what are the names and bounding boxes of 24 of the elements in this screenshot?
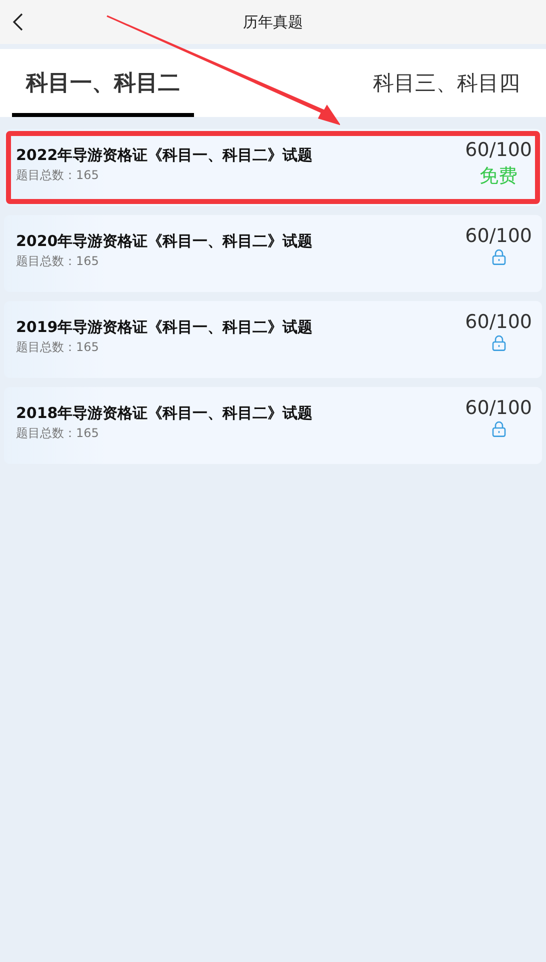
lock-icon <box>492 249 506 265</box>
score-text: 60/100 <box>465 311 532 333</box>
paper-card[interactable]: 2019年导游资格证《科目一、科目二》试题 题目总数：165 60/100 <box>4 301 542 378</box>
lock-icon <box>492 421 506 437</box>
question-count: 题目总数：165 <box>16 253 100 270</box>
paper-card[interactable]: 2018年导游资格证《科目一、科目二》试题 题目总数：165 60/100 <box>4 387 542 464</box>
question-count: 题目总数：165 <box>16 167 100 184</box>
question-count: 题目总数：165 <box>16 425 100 442</box>
chevron-left-icon <box>12 13 24 31</box>
paper-title: 2022年导游资格证《科目一、科目二》试题 <box>16 146 313 165</box>
page-title: 历年真题 <box>243 12 303 32</box>
score-text: 60/100 <box>465 225 532 247</box>
free-label: 免费 <box>480 164 518 189</box>
paper-title: 2019年导游资格证《科目一、科目二》试题 <box>16 318 313 337</box>
subject-tab[interactable]: 科目一、科目二 <box>12 49 194 117</box>
highlighted-paper-card[interactable]: 2022年导游资格证《科目一、科目二》试题 题目总数：165 60/100 免费 <box>4 129 542 206</box>
score-text: 60/100 <box>465 139 532 161</box>
paper-title: 2018年导游资格证《科目一、科目二》试题 <box>16 404 313 423</box>
lock-icon <box>492 335 506 351</box>
paper-card[interactable]: 2020年导游资格证《科目一、科目二》试题 题目总数：165 60/100 <box>4 215 542 292</box>
paper-title: 2020年导游资格证《科目一、科目二》试题 <box>16 232 313 251</box>
question-count: 题目总数：165 <box>16 339 100 356</box>
score-text: 60/100 <box>465 397 532 419</box>
subject-tab[interactable]: 科目三、科目四 <box>359 49 534 117</box>
